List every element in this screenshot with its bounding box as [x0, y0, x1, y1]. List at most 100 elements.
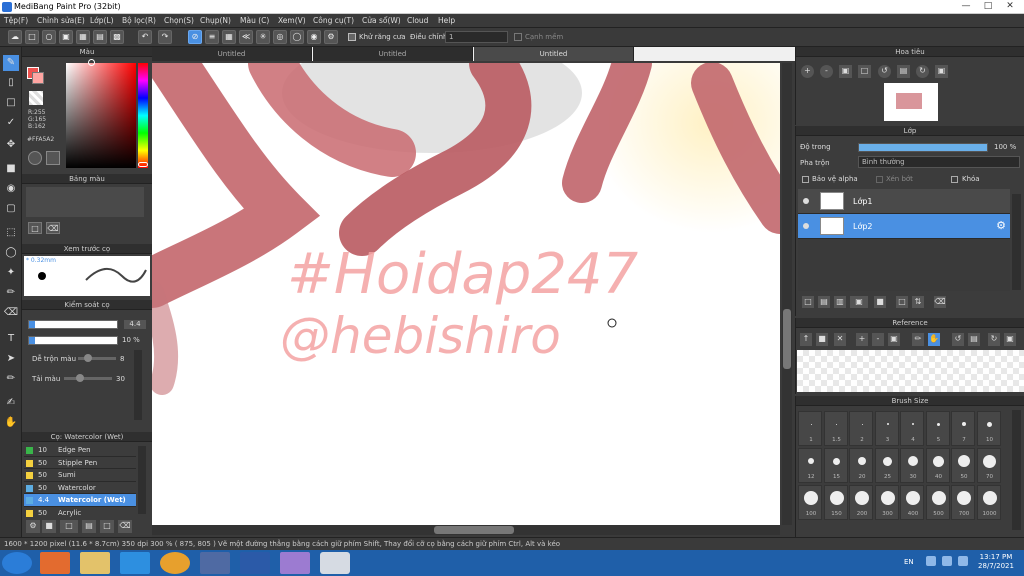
brush-list-item[interactable]: 10 Edge Pen [24, 444, 136, 457]
reload-slider[interactable] [64, 374, 112, 382]
curve-snap-icon[interactable]: ◉ [307, 30, 321, 44]
ref-lock-icon[interactable]: ▣ [1004, 333, 1016, 346]
medibang-taskbar-icon[interactable] [320, 552, 350, 574]
ref-flip-icon[interactable]: ▤ [968, 333, 980, 346]
palette-area[interactable] [26, 187, 144, 217]
fit-icon[interactable]: ▣ [839, 65, 852, 78]
transparent-color-swatch[interactable] [29, 91, 43, 105]
open-icon[interactable]: ▣ [59, 30, 73, 44]
brush-size-cell[interactable]: 150 [823, 485, 848, 520]
perspective-snap-icon[interactable]: ≪ [239, 30, 253, 44]
saturation-value-picker[interactable] [66, 63, 136, 168]
brush-size-cell[interactable]: 15 [823, 448, 848, 483]
close-button[interactable]: ✕ [998, 0, 1022, 13]
ref-upload-icon[interactable]: ↑ [800, 333, 812, 346]
brush-size-cell[interactable]: 400 [900, 485, 924, 520]
magic-wand-icon[interactable]: ✦ [3, 265, 19, 281]
new-folder-icon[interactable]: ■ [874, 296, 886, 308]
flip-icon[interactable]: ▤ [897, 65, 910, 78]
add-palette-icon[interactable]: □ [28, 222, 42, 234]
ref-rotate-left-icon[interactable]: ↺ [952, 333, 964, 346]
clip-checkbox[interactable] [876, 176, 883, 183]
opacity-slider[interactable] [28, 336, 118, 345]
layer-row[interactable]: Lớp1 [798, 189, 1010, 214]
tab-untitled-1[interactable]: Untitled [152, 47, 312, 61]
drawing-canvas[interactable]: #Hoidap247 @hebishiro [152, 63, 780, 525]
lasso-icon[interactable]: ◯ [3, 245, 19, 261]
zoom-in-icon[interactable]: + [801, 65, 814, 78]
brush-folder-icon[interactable]: ■ [42, 520, 56, 533]
ref-rotate-right-icon[interactable]: ↻ [988, 333, 1000, 346]
brush-size-cell[interactable]: 5 [925, 411, 950, 446]
brush-props-icon[interactable]: ▤ [82, 520, 96, 533]
menu-filter[interactable]: Bộ lọc(R) [122, 16, 156, 25]
ref-hand-icon[interactable]: ✋ [928, 333, 940, 346]
export-icon[interactable]: ▤ [93, 30, 107, 44]
ref-open-icon[interactable]: ■ [816, 333, 828, 346]
navigator-thumbnail[interactable] [884, 83, 938, 121]
canvas-horizontal-scrollbar[interactable] [152, 525, 780, 535]
adjust-select[interactable]: 1 [445, 31, 508, 43]
tray-volume-icon[interactable] [958, 556, 968, 566]
layer-settings-icon[interactable]: ⚙ [996, 219, 1006, 232]
canvas-vertical-scrollbar[interactable] [782, 63, 792, 525]
blend-slider[interactable] [78, 354, 116, 362]
layer-menu-icon[interactable]: ▣ [850, 296, 868, 308]
size-slider[interactable] [28, 320, 118, 329]
brush-copy-icon[interactable]: □ [100, 520, 114, 533]
brush-list-scrollbar[interactable] [138, 446, 146, 514]
brush-size-cell[interactable]: 25 [874, 448, 899, 483]
new-halftone-layer-icon[interactable]: ▤ [818, 296, 830, 308]
parallel-snap-icon[interactable]: ≡ [205, 30, 219, 44]
brush-size-cell[interactable]: 1.5 [823, 411, 848, 446]
brush-list-item[interactable]: 50 Stipple Pen [24, 457, 136, 469]
brush-size-cell[interactable]: 700 [951, 485, 975, 520]
hue-slider[interactable] [138, 63, 148, 168]
select-pen-tool-icon[interactable]: ✏ [3, 285, 19, 301]
brush-size-cell[interactable]: 100 [798, 485, 822, 520]
menu-color[interactable]: Màu (C) [240, 16, 269, 25]
menu-layer[interactable]: Lớp(L) [90, 16, 114, 25]
start-button-icon[interactable] [2, 552, 32, 574]
ref-close-icon[interactable]: ✕ [834, 333, 846, 346]
brush-size-cell[interactable]: 500 [925, 485, 950, 520]
brush-list-item[interactable]: 4.4 Watercolor (Wet) [24, 494, 136, 507]
chrome-icon[interactable] [160, 552, 190, 574]
tab-untitled-3[interactable]: Untitled [474, 47, 634, 61]
eyedropper-icon[interactable]: ✍ [3, 395, 19, 411]
brush-size-cell[interactable]: 50 [951, 448, 975, 483]
grid-snap-icon[interactable]: ▦ [222, 30, 236, 44]
brush-size-cell[interactable]: 2 [849, 411, 873, 446]
undo-icon[interactable]: ↶ [138, 30, 152, 44]
brush-cloud-icon[interactable]: ⚙ [26, 520, 40, 533]
brush-list-item[interactable]: 50 Watercolor [24, 482, 136, 494]
operation-tool-icon[interactable]: ➤ [3, 351, 19, 367]
antialias-checkbox[interactable] [348, 33, 356, 41]
brush-size-cell[interactable]: 4 [900, 411, 924, 446]
app-icon-generic[interactable] [200, 552, 230, 574]
comment-icon[interactable]: ○ [42, 30, 56, 44]
brush-size-scrollbar[interactable] [1012, 410, 1021, 530]
text-tool-icon[interactable]: T [3, 331, 19, 347]
rotate-left-icon[interactable]: ↺ [878, 65, 891, 78]
internet-explorer-icon[interactable] [120, 552, 150, 574]
brush-list-item[interactable]: 50 Sumi [24, 469, 136, 482]
tray-flag-icon[interactable] [926, 556, 936, 566]
move-tool-icon[interactable]: ✥ [3, 137, 19, 153]
redo-icon[interactable]: ↷ [158, 30, 172, 44]
concentric-snap-icon[interactable]: ◎ [273, 30, 287, 44]
brush-delete-icon[interactable]: ⌫ [118, 520, 132, 533]
dot-tool-icon[interactable]: □ [3, 95, 19, 111]
eraser-tool-icon[interactable]: ▯ [3, 75, 19, 91]
zoom-out-icon[interactable]: - [820, 65, 833, 78]
actual-size-icon[interactable]: □ [858, 65, 871, 78]
tray-network-icon[interactable] [942, 556, 952, 566]
word-icon[interactable] [240, 552, 270, 574]
bucket-icon[interactable]: ◉ [3, 181, 19, 197]
brush-size-cell[interactable]: 70 [976, 448, 1001, 483]
circle-snap-icon[interactable]: ◯ [290, 30, 304, 44]
ref-zoom-out-icon[interactable]: - [872, 333, 884, 346]
tab-untitled-2[interactable]: Untitled [313, 47, 473, 61]
secondary-color-swatch[interactable] [32, 72, 44, 84]
brush-size-cell[interactable]: 12 [798, 448, 822, 483]
